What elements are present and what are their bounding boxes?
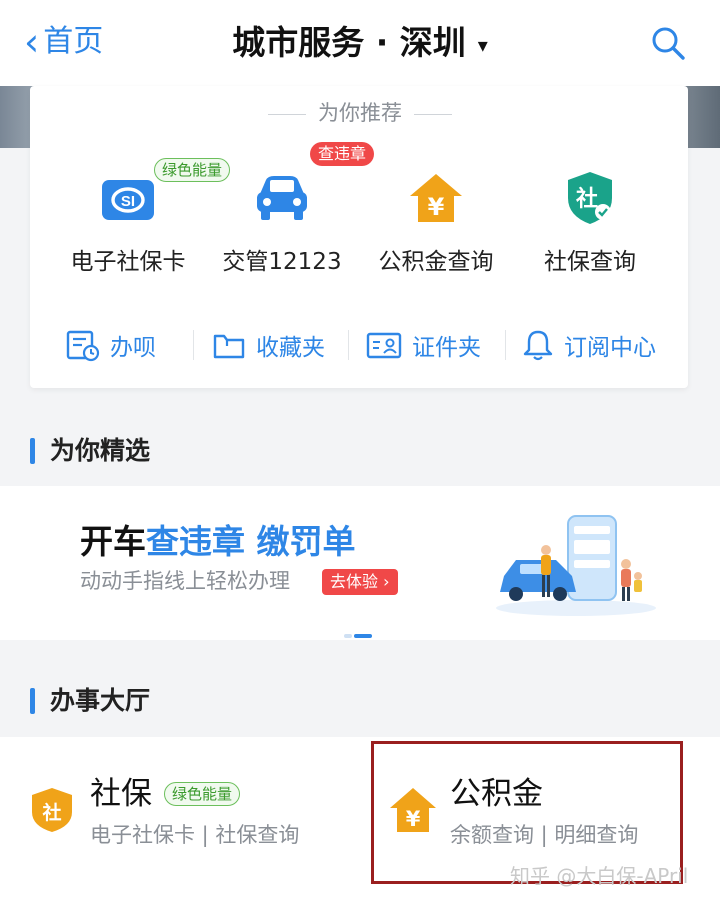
- violation-check-tag: 查违章: [310, 142, 375, 166]
- service-label: 公积金查询: [378, 249, 494, 275]
- city-selector[interactable]: 城市服务 · 深圳 ▾: [0, 22, 720, 66]
- service-social-insurance-query[interactable]: 社 社保查询: [515, 168, 665, 278]
- divider: [348, 330, 349, 360]
- service-social-security-card[interactable]: SI 绿色能量 电子社保卡: [53, 158, 231, 278]
- hall-item-name: 社保: [90, 776, 152, 812]
- service-housing-fund-query[interactable]: ¥ 公积金查询: [361, 168, 511, 278]
- dropdown-caret-icon: ▾: [477, 32, 488, 57]
- quick-subscriptions[interactable]: 订阅中心: [522, 324, 656, 366]
- housing-fund-icon: ¥: [410, 174, 462, 222]
- page-title: 城市服务 · 深圳: [232, 23, 466, 62]
- recommend-title: 为你推荐: [0, 98, 720, 128]
- promo-subtitle: 动动手指线上轻松办理: [80, 569, 290, 593]
- svg-text:社: 社: [576, 186, 598, 212]
- watermark: 知乎 @大白保-APril: [510, 864, 689, 888]
- featured-section-title: 为你精选: [50, 436, 151, 465]
- quick-id-wallet[interactable]: 证件夹: [366, 324, 481, 366]
- bell-icon: [523, 330, 553, 361]
- divider: [193, 330, 194, 360]
- car-icon: [257, 176, 307, 220]
- green-energy-tag: 绿色能量: [164, 782, 241, 806]
- social-security-card-icon: SI: [102, 180, 154, 220]
- folder-icon: [213, 334, 245, 359]
- service-label: 电子社保卡: [70, 249, 186, 275]
- svg-text:SI: SI: [121, 193, 135, 210]
- section-marker: [30, 438, 35, 464]
- carousel-indicator: [344, 634, 372, 638]
- social-insurance-shield-icon: 社: [568, 172, 612, 224]
- svg-text:¥: ¥: [428, 193, 445, 221]
- hall-item-subtitle: 电子社保卡 | 社保查询: [90, 823, 300, 847]
- service-label: 社保查询: [544, 249, 636, 275]
- hall-section-title: 办事大厅: [50, 686, 151, 715]
- divider: [505, 330, 506, 360]
- id-card-icon: [366, 332, 402, 359]
- svg-text:社: 社: [41, 801, 61, 824]
- todo-list-icon: [66, 330, 100, 362]
- service-label: 交管12123: [222, 249, 342, 275]
- try-it-button[interactable]: 去体验 ›: [322, 569, 398, 595]
- hall-item-social-insurance[interactable]: 社 社保 绿色能量 电子社保卡 | 社保查询: [28, 770, 358, 870]
- service-traffic-12123[interactable]: 查违章 交管12123: [207, 142, 375, 278]
- promo-illustration: [496, 515, 656, 616]
- section-marker: [30, 688, 35, 714]
- quick-todo[interactable]: 办呗: [66, 324, 156, 366]
- social-insurance-shield-icon: 社: [32, 788, 72, 832]
- search-icon[interactable]: [650, 25, 686, 61]
- promo-headline: 开车查违章 缴罚单: [80, 522, 356, 561]
- quick-favorites[interactable]: 收藏夹: [212, 324, 325, 366]
